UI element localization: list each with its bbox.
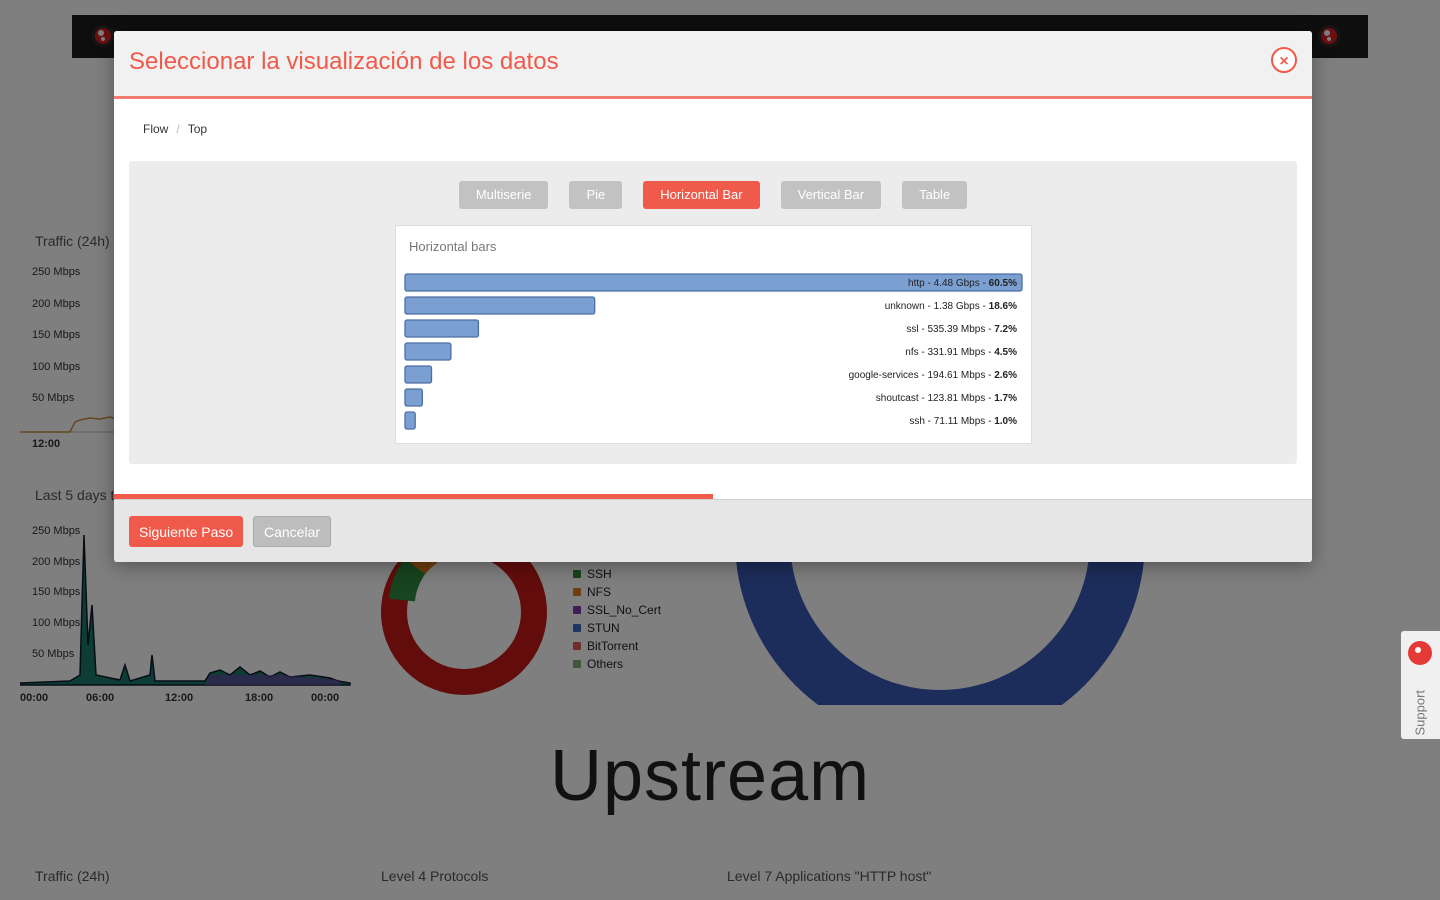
cancel-button[interactable]: Cancelar	[253, 516, 332, 547]
bar-ssh[interactable]	[404, 411, 416, 430]
bar-nfs[interactable]	[404, 342, 452, 361]
bar-unknown[interactable]	[404, 296, 596, 315]
bar-shoutcast[interactable]	[404, 388, 423, 407]
bar-label-unknown: unknown - 1.38 Gbps - 18.6%	[885, 301, 1017, 312]
modal-header: Seleccionar la visualización de los dato…	[114, 31, 1312, 99]
bar-label-http: http - 4.48 Gbps - 60.5%	[908, 278, 1017, 289]
visualization-options: Multiserie Pie Horizontal Bar Vertical Bar T…	[129, 181, 1297, 209]
close-icon[interactable]: ×	[1271, 47, 1297, 73]
bar-label-shoutcast: shoutcast - 123.81 Mbps - 1.7%	[876, 393, 1017, 404]
viz-option-horizontal-bar[interactable]: Horizontal Bar	[643, 181, 760, 209]
bar-label-ssh: ssh - 71.11 Mbps - 1.0%	[909, 416, 1017, 427]
viz-option-multiserie[interactable]: Multiserie	[458, 181, 549, 209]
chart-canvas: http - 4.48 Gbps - 60.5% unknown - 1.38 G…	[404, 273, 1023, 430]
visualization-modal: Seleccionar la visualización de los dato…	[114, 31, 1312, 562]
bar-label-nfs: nfs - 331.91 Mbps - 4.5%	[905, 347, 1017, 358]
support-label: Support	[1412, 689, 1428, 736]
bar-google-services[interactable]	[404, 365, 433, 384]
modal-title: Seleccionar la visualización de los dato…	[129, 48, 559, 75]
bar-ssl[interactable]	[404, 319, 480, 338]
viz-option-table[interactable]: Table	[902, 181, 968, 209]
breadcrumb-top[interactable]: Top	[188, 122, 207, 136]
breadcrumb-flow[interactable]: Flow	[143, 122, 168, 136]
support-logo-icon	[1408, 641, 1432, 665]
next-step-button[interactable]: Siguiente Paso	[129, 516, 244, 547]
bar-label-google-services: google-services - 194.61 Mbps - 2.6%	[849, 370, 1018, 381]
breadcrumb-separator: /	[176, 122, 180, 136]
viz-option-pie[interactable]: Pie	[569, 181, 623, 209]
visualization-panel: Multiserie Pie Horizontal Bar Vertical Bar T…	[129, 161, 1297, 464]
viz-option-vertical-bar[interactable]: Vertical Bar	[780, 181, 882, 209]
horizontal-bar-chart: Horizontal bars http - 4.48 Gbps - 60.5%…	[395, 225, 1032, 444]
support-tab[interactable]: Support	[1401, 631, 1440, 739]
breadcrumb: Flow / Top	[143, 122, 207, 136]
modal-footer: Siguiente Paso Cancelar	[114, 499, 1312, 562]
bar-label-ssl: ssl - 535.39 Mbps - 7.2%	[906, 324, 1017, 335]
